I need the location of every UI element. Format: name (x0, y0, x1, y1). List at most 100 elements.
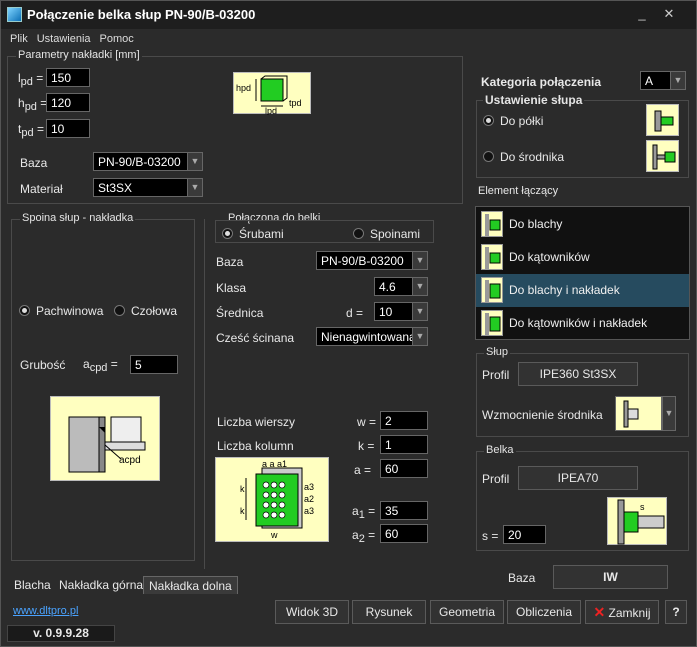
acpd-input[interactable]: 5 (130, 355, 178, 374)
radio-do-polki[interactable] (483, 115, 494, 126)
geometria-button[interactable]: Geometria (430, 600, 504, 624)
bolt-a2-label: a2 (304, 494, 314, 504)
element-item-label: Do blachy (509, 217, 563, 231)
close-window-button[interactable]: ✕ (656, 5, 682, 23)
kategoria-label: Kategoria połączenia (481, 75, 602, 89)
w-label: w = (357, 415, 377, 429)
wiersze-label: Liczba wierszy (217, 415, 296, 429)
element-item-blacha-nakladki[interactable]: Do blachy i nakładek (476, 274, 689, 307)
element-list: Do blachy Do kątowników Do blachy i nakł… (475, 206, 690, 340)
weld-diagram: acpd (50, 396, 160, 481)
czesc-select[interactable]: Nienagwintowana ▼ (316, 327, 428, 346)
do-srodnika-label: Do środnika (500, 150, 565, 164)
a2-input[interactable]: 60 (380, 524, 428, 543)
tab-nakladka-gorna[interactable]: Nakładka górna (54, 576, 148, 594)
w-input[interactable]: 2 (380, 411, 428, 430)
srednica-select[interactable]: 10 ▼ (374, 302, 428, 321)
flange-icon-svg (654, 110, 674, 132)
minimize-button[interactable]: _ (629, 5, 655, 23)
params-group-title: Parametry nakładki [mm] (16, 49, 142, 61)
k-input[interactable]: 1 (380, 435, 428, 454)
material-select[interactable]: St3SX ▼ (93, 178, 203, 197)
belka-profil-button[interactable]: IPEA70 (518, 466, 638, 490)
web-icon-svg (652, 144, 676, 170)
a1-label: a1 = (352, 504, 376, 521)
tpd-diagram-label: tpd (289, 98, 302, 108)
element-item-blacha[interactable]: Do blachy (476, 208, 689, 241)
spoina-group-title: Spoina słup - nakładka (20, 212, 136, 224)
a-input[interactable]: 60 (380, 459, 428, 478)
klasa-label: Klasa (216, 281, 247, 295)
k-label: k = (358, 439, 375, 453)
baza-bottom-button[interactable]: IW (553, 565, 668, 589)
ustawienie-group-title: Ustawienie słupa (483, 93, 585, 107)
zamknij-button[interactable]: ✕ Zamknij (585, 600, 659, 624)
do-polki-label: Do półki (500, 114, 544, 128)
angle-cover-icon (481, 310, 503, 336)
baza-bottom-label: Baza (508, 571, 536, 585)
rysunek-button[interactable]: Rysunek (352, 600, 426, 624)
czolowa-label: Czołowa (131, 304, 178, 318)
kategoria-select[interactable]: A ▼ (640, 71, 686, 90)
grubosc-label: Grubość (20, 358, 66, 372)
widok-3d-button[interactable]: Widok 3D (275, 600, 349, 624)
kolumn-label: Liczba kolumn (217, 439, 294, 453)
d-label: d = (346, 306, 364, 320)
element-item-label: Do blachy i nakładek (509, 283, 620, 297)
tab-blacha[interactable]: Blacha (9, 576, 56, 594)
column-web-icon[interactable] (646, 140, 679, 172)
chevron-down-icon: ▼ (412, 328, 427, 345)
chevron-down-icon: ▼ (412, 252, 427, 269)
bolt-a3-label: a3 (304, 482, 314, 492)
bolt-k-label-1: k (240, 484, 245, 494)
baza-select[interactable]: PN-90/B-03200 ▼ (93, 152, 203, 171)
wzmocnienie-select[interactable] (615, 396, 662, 431)
stiffener-icon (623, 400, 639, 428)
bolt-top-label: a a a1 (262, 459, 287, 469)
plate-icon (481, 211, 503, 237)
menu-plik[interactable]: Plik (10, 33, 28, 45)
srubami-label: Śrubami (239, 227, 284, 241)
beam-s-label: s (640, 502, 645, 512)
tpd-label: tpd = (18, 122, 44, 139)
spoinami-label: Spoinami (370, 227, 421, 241)
hpd-diagram-label: hpd (236, 83, 251, 93)
belka-baza-select[interactable]: PN-90/B-03200 ▼ (316, 251, 428, 270)
column-flange-icon[interactable] (646, 104, 679, 136)
help-button[interactable]: ? (665, 600, 687, 624)
plate-cover-icon (481, 277, 503, 303)
obliczenia-button[interactable]: Obliczenia (507, 600, 581, 624)
lpd-input[interactable]: 150 (46, 68, 90, 87)
a1-input[interactable]: 35 (380, 501, 428, 520)
radio-spoinami[interactable] (353, 228, 364, 239)
radio-czolowa[interactable] (114, 305, 125, 316)
slup-profil-button[interactable]: IPE360 St3SX (518, 362, 638, 386)
version-label: v. 0.9.9.28 (7, 625, 115, 642)
tab-nakladka-dolna[interactable]: Nakładka dolna (143, 576, 238, 594)
radio-pachwinowa[interactable] (19, 305, 30, 316)
plate-diagram: hpd lpd tpd (233, 72, 311, 116)
element-item-katowniki[interactable]: Do kątowników (476, 241, 689, 274)
radio-do-srodnika[interactable] (483, 151, 494, 162)
chevron-down-icon: ▼ (187, 153, 202, 170)
app-icon (7, 7, 22, 22)
klasa-select[interactable]: 4.6 ▼ (374, 277, 428, 296)
menu-ustawienia[interactable]: Ustawienia (37, 33, 91, 45)
lpd-label: lpd = (18, 71, 44, 88)
chevron-down-icon[interactable]: ▼ (662, 396, 676, 431)
material-label: Materiał (20, 182, 63, 196)
bolt-diagram-svg: a a a1 k k a3 a2 a3 w (240, 459, 314, 540)
menu-pomoc[interactable]: Pomoc (100, 33, 134, 45)
belka-profil-label: Profil (482, 472, 510, 486)
close-icon: ✕ (593, 604, 606, 620)
slup-profil-label: Profil (482, 368, 510, 382)
tpd-input[interactable]: 10 (46, 119, 90, 138)
s-input[interactable]: 20 (503, 525, 546, 544)
element-item-katowniki-nakladki[interactable]: Do kątowników i nakładek (476, 307, 689, 340)
czesc-label: Cześć ścinana (216, 331, 295, 345)
website-link[interactable]: www.dltpro.pl (13, 605, 78, 617)
element-item-label: Do kątowników i nakładek (509, 316, 648, 330)
lpd-diagram-label: lpd (265, 106, 277, 115)
hpd-input[interactable]: 120 (46, 93, 90, 112)
radio-srubami[interactable] (222, 228, 233, 239)
